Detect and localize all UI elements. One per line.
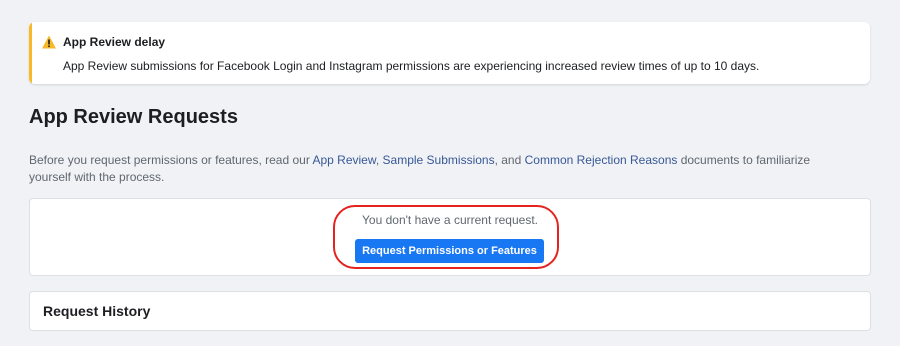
intro-text: Before you request permissions or featur… (29, 152, 849, 186)
app-review-delay-alert: App Review delay App Review submissions … (29, 22, 870, 84)
intro-prefix: Before you request permissions or featur… (29, 153, 313, 167)
intro-separator: , (375, 153, 383, 167)
request-history-card[interactable]: Request History (29, 291, 871, 331)
request-history-title: Request History (43, 303, 151, 319)
warning-icon (41, 34, 57, 50)
alert-accent-bar (29, 22, 32, 84)
intro-separator: , and (494, 153, 525, 167)
sample-submissions-link[interactable]: Sample Submissions (383, 153, 495, 167)
request-permissions-button[interactable]: Request Permissions or Features (355, 239, 544, 263)
page-title: App Review Requests (29, 106, 238, 128)
common-rejection-reasons-link[interactable]: Common Rejection Reasons (525, 153, 678, 167)
no-current-request-text: You don't have a current request. (362, 213, 538, 227)
alert-message: App Review submissions for Facebook Logi… (63, 59, 760, 73)
app-review-link[interactable]: App Review (312, 153, 375, 167)
alert-title: App Review delay (63, 35, 166, 49)
